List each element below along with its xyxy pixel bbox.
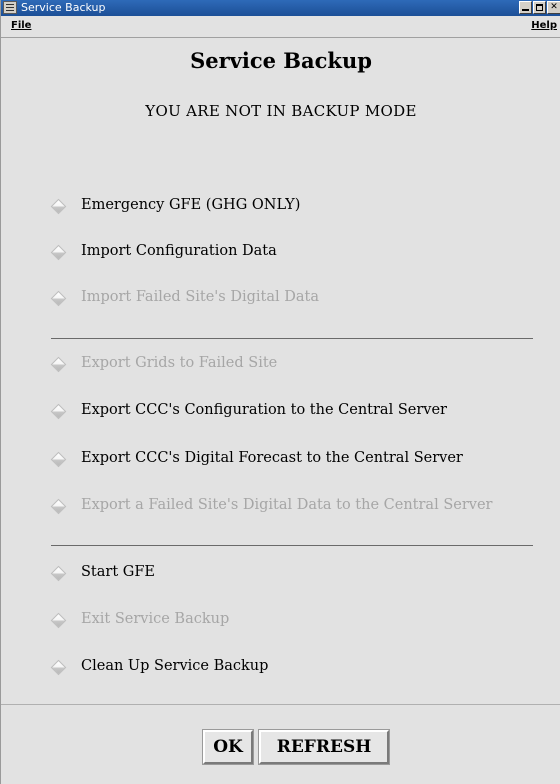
page-title: Service Backup — [190, 48, 372, 73]
option-label: Export CCC's Configuration to the Centra… — [81, 402, 447, 418]
title-bar[interactable]: Service Backup ✕ — [1, 0, 560, 16]
minimize-icon[interactable] — [519, 1, 532, 14]
refresh-button[interactable]: REFRESH — [258, 729, 390, 765]
window-title: Service Backup — [21, 1, 106, 14]
separator — [51, 338, 533, 339]
option-label: Export Grids to Failed Site — [81, 355, 278, 371]
diamond-radio-icon[interactable] — [50, 244, 67, 261]
option-label: Import Failed Site's Digital Data — [81, 289, 319, 305]
diamond-radio-icon — [50, 290, 67, 307]
diamond-radio-icon — [50, 612, 67, 629]
diamond-radio-icon — [50, 356, 67, 373]
ok-button[interactable]: OK — [202, 729, 254, 765]
system-menu-icon[interactable] — [3, 1, 17, 14]
option-label: Export a Failed Site's Digital Data to t… — [81, 497, 493, 513]
option-label: Import Configuration Data — [81, 243, 277, 259]
option-label: Export CCC's Digital Forecast to the Cen… — [81, 450, 463, 466]
diamond-radio-icon — [50, 498, 67, 515]
menu-bar: File Help — [1, 16, 560, 38]
menu-help[interactable]: Help — [531, 20, 557, 31]
diamond-radio-icon[interactable] — [50, 659, 67, 676]
button-area-divider — [1, 704, 560, 705]
diamond-radio-icon[interactable] — [50, 403, 67, 420]
close-icon[interactable]: ✕ — [547, 1, 560, 14]
diamond-radio-icon[interactable] — [50, 198, 67, 215]
option-label: Emergency GFE (GHG ONLY) — [81, 197, 301, 213]
service-backup-window: Service Backup ✕ File Help Service Backu… — [0, 0, 560, 784]
menu-file[interactable]: File — [11, 20, 31, 31]
maximize-icon[interactable] — [533, 1, 546, 14]
separator — [51, 545, 533, 546]
option-label: Clean Up Service Backup — [81, 658, 269, 674]
option-label: Start GFE — [81, 564, 156, 580]
backup-mode-status: YOU ARE NOT IN BACKUP MODE — [145, 102, 417, 120]
option-label: Exit Service Backup — [81, 611, 230, 627]
diamond-radio-icon[interactable] — [50, 451, 67, 468]
diamond-radio-icon[interactable] — [50, 565, 67, 582]
